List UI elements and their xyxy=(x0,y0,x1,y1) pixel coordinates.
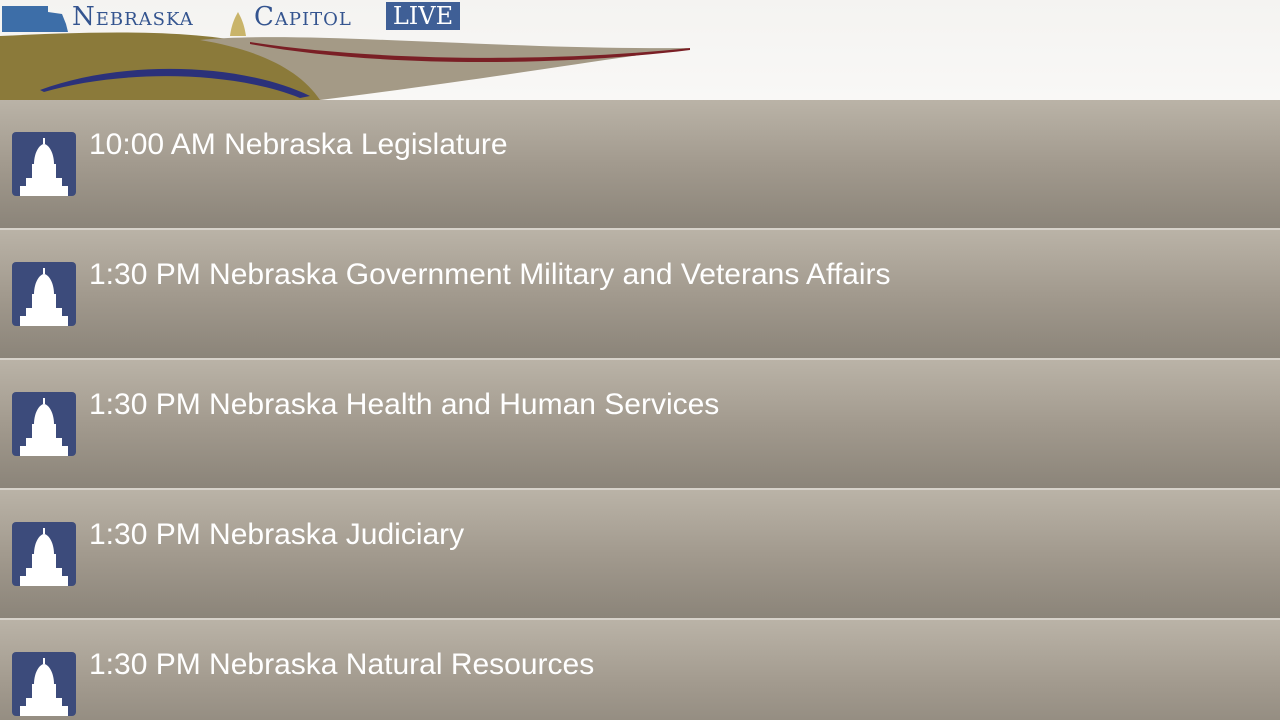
list-item[interactable]: 1:30 PM Nebraska Government Military and… xyxy=(0,230,1280,360)
logo-live-badge: LIVE xyxy=(386,2,460,30)
list-item[interactable]: 10:00 AM Nebraska Legislature xyxy=(0,100,1280,230)
list-item-label: 1:30 PM Nebraska Government Military and… xyxy=(89,258,891,291)
list-item[interactable]: 1:30 PM Nebraska Natural Resources xyxy=(0,620,1280,720)
capitol-icon xyxy=(12,132,76,196)
list-item-label: 1:30 PM Nebraska Health and Human Servic… xyxy=(89,388,720,421)
capitol-icon xyxy=(12,262,76,326)
list-item-label: 1:30 PM Nebraska Judiciary xyxy=(89,518,465,551)
list-item[interactable]: 1:30 PM Nebraska Health and Human Servic… xyxy=(0,360,1280,490)
list-item-label: 1:30 PM Nebraska Natural Resources xyxy=(89,648,595,681)
logo-capitol-text: Capitol xyxy=(254,2,352,32)
event-list: 10:00 AM Nebraska Legislature 1:30 PM Ne… xyxy=(0,100,1280,720)
list-item[interactable]: 1:30 PM Nebraska Judiciary xyxy=(0,490,1280,620)
capitol-icon xyxy=(12,522,76,586)
app-header: Nebraska Capitol LIVE xyxy=(0,0,1280,100)
capitol-icon xyxy=(12,652,76,716)
logo-nebraska-text: Nebraska xyxy=(72,2,194,32)
list-item-label: 10:00 AM Nebraska Legislature xyxy=(89,128,508,161)
capitol-icon xyxy=(12,392,76,456)
